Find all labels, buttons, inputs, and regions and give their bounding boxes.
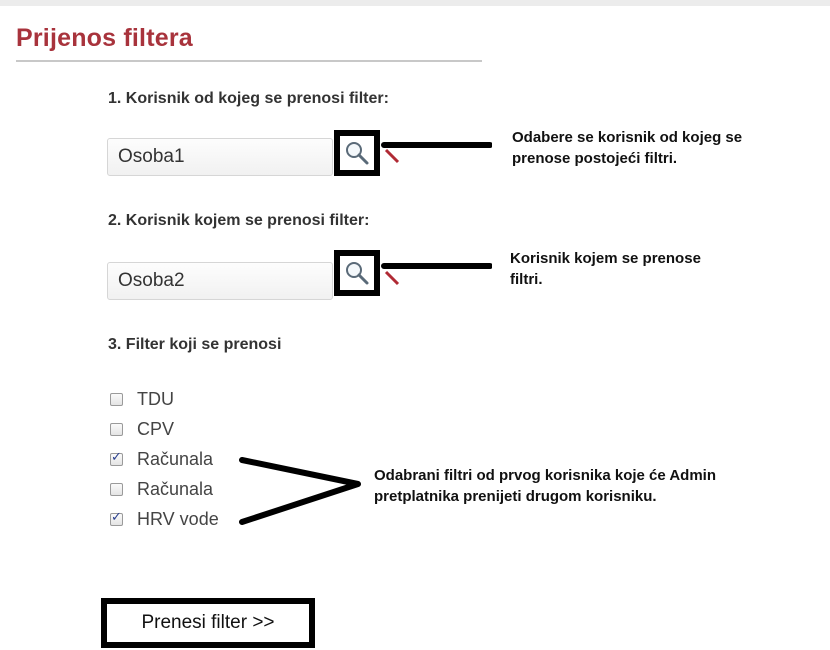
filter-item[interactable]: CPV: [108, 418, 174, 440]
search-icon: [346, 262, 369, 285]
source-user-field[interactable]: [107, 138, 333, 176]
step2-annotation-line1: Korisnik kojem se prenose: [510, 250, 701, 267]
step1-label: 1. Korisnik od kojeg se prenosi filter:: [108, 90, 389, 107]
title-divider: [16, 60, 482, 62]
step3-annotation-line1: Odabrani filtri od prvog korisnika koje …: [374, 467, 717, 484]
filter-label: TDU: [137, 388, 174, 409]
filter-checkbox-tdu[interactable]: [110, 392, 123, 406]
filter-item[interactable]: Računala: [108, 448, 213, 470]
filter-checkbox-cpv[interactable]: [110, 422, 123, 436]
filter-checkbox-hrv-vode[interactable]: [110, 510, 123, 526]
step2-label: 2. Korisnik kojem se prenosi filter:: [108, 212, 370, 229]
step2-pointer-line: [381, 263, 492, 269]
page-title: Prijenos filtera: [16, 24, 193, 52]
filter-label: Računala: [137, 448, 214, 469]
target-user-field[interactable]: [107, 262, 333, 300]
step3-annotation: Odabrani filtri od prvog korisnika koje …: [374, 465, 716, 507]
step1-annotation-line1: Odabere se korisnik od kojeg se: [512, 129, 743, 146]
top-bar: [0, 0, 830, 6]
filter-label: CPV: [137, 418, 175, 439]
step1-pointer-line: [381, 142, 492, 148]
target-user-search-button[interactable]: [334, 250, 380, 296]
step1-annotation: Odabere se korisnik od kojeg se prenose …: [512, 127, 742, 169]
source-user-search-button[interactable]: [334, 130, 380, 176]
filter-item[interactable]: TDU: [108, 388, 174, 410]
filter-checkbox-racunala-1[interactable]: [110, 450, 123, 466]
filter-label: Računala: [137, 478, 214, 499]
search-icon: [346, 142, 369, 165]
filter-item[interactable]: Računala: [108, 478, 213, 500]
step3-annotation-line2: pretplatnika prenijeti drugom korisniku.: [374, 488, 657, 505]
filter-label: HRV vode: [137, 508, 219, 529]
step1-annotation-line2: prenose postojeći filtri.: [512, 150, 678, 167]
step3-pointer-bracket: [239, 457, 361, 525]
filter-checkbox-racunala-2[interactable]: [110, 482, 123, 496]
step2-annotation-line2: filtri.: [510, 271, 543, 288]
filter-item[interactable]: HRV vode: [108, 508, 219, 530]
step3-label: 3. Filter koji se prenosi: [108, 336, 282, 353]
step2-annotation: Korisnik kojem se prenose filtri.: [510, 248, 701, 290]
transfer-filter-button[interactable]: Prenesi filter >>: [101, 598, 315, 648]
